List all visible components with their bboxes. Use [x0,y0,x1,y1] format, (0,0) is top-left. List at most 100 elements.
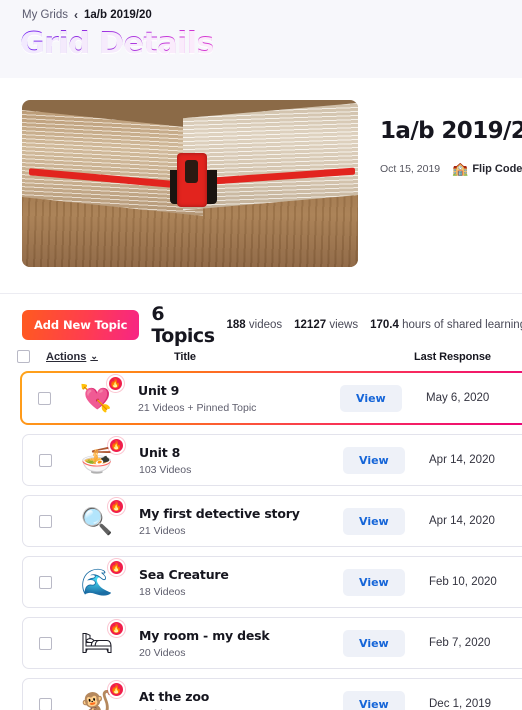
topic-thumbnail: 🍜 🔥 [67,437,127,482]
fire-badge-icon: 🔥 [107,375,124,392]
topic-title: Sea Creature [139,566,229,582]
page-title: Grid Details [20,26,214,61]
topics-toolbar: Add New Topic 6 Topics 188 videos 12127 … [0,294,522,347]
topic-title: At the zoo [139,688,210,704]
row-checkbox[interactable] [38,453,52,467]
row-select-cell [22,391,66,405]
topic-view-cell: View [343,690,429,710]
actions-label: Actions [46,350,87,363]
bed-thumbnail: 🛏 [80,628,114,658]
fire-badge-icon: 🔥 [108,559,125,576]
topic-thumbnail: 🐒 🔥 [67,681,127,710]
fire-badge-icon: 🔥 [108,498,125,515]
view-button[interactable]: View [343,690,405,710]
stat-views-value: 12127 [294,319,327,331]
page-title-wrap: Grid Details [0,22,522,70]
fire-badge-icon: 🔥 [108,437,125,454]
topic-subtitle: 18 Videos [139,585,186,598]
noodle-bowl-thumbnail: 🍜 [80,445,114,475]
magnifying-glass-thumbnail: 🔍 [80,506,114,536]
grid-meta: 1a/b 2019/20 Oct 15, 2019 🏫 Flip Code: l… [358,100,522,175]
topic-last-response: May 6, 2020 [426,392,490,404]
topic-info: My first detective story 21 Videos [127,506,343,537]
topic-subtitle: 20 Videos [139,646,186,659]
topic-subtitle: 103 Videos [139,463,192,476]
actions-dropdown[interactable]: Actions ⌄ [46,351,98,363]
column-header-title: Title [174,350,196,363]
topic-info: Sea Creature 18 Videos [127,567,343,598]
view-button[interactable]: View [343,507,405,535]
row-select-cell [23,453,67,467]
topic-title: Unit 8 [139,444,181,460]
grid-title: 1a/b 2019/20 [380,118,522,144]
topic-thumbnail: 💘 🔥 [66,375,126,420]
grid-subinfo: Oct 15, 2019 🏫 Flip Code: lege [380,162,522,175]
breadcrumb-current: 1a/b 2019/20 [84,9,152,21]
stat-hours: 170.4 hours of shared learning [370,319,522,331]
view-button[interactable]: View [340,384,402,412]
topic-last-response: Feb 10, 2020 [429,576,497,588]
topic-title: Unit 9 [138,382,180,398]
view-button[interactable]: View [343,629,405,657]
stat-views: 12127 views [294,319,358,331]
grid-details-page: My Grids ‹ 1a/b 2019/20 Grid Details 1a/… [0,0,522,710]
topic-view-cell: View [343,568,429,596]
stat-videos-label: videos [248,319,283,331]
topic-info: Unit 8 103 Videos [127,445,343,476]
topics-count: 6 Topics [151,303,215,347]
topic-view-cell: View [340,384,426,412]
hearts-thumbnail: 💘 [79,383,113,413]
row-checkbox[interactable] [38,514,52,528]
table-row[interactable]: 🌊 🔥 Sea Creature 18 Videos View Feb 10, … [22,556,522,608]
table-row[interactable]: 💘 🔥 Unit 9 21 Videos + Pinned Topic View… [20,371,522,425]
topics-list: 💘 🔥 Unit 9 21 Videos + Pinned Topic View… [0,371,522,710]
table-row[interactable]: 🛏 🔥 My room - my desk 20 Videos View Feb… [22,617,522,669]
topics-table-header: Actions ⌄ Title Last Response [0,340,522,371]
breadcrumb-my-grids[interactable]: My Grids [22,9,68,21]
view-button[interactable]: View [343,568,405,596]
select-all-cell [0,350,46,363]
actions-cell: Actions ⌄ [46,351,128,363]
table-row[interactable]: 🐒 🔥 At the zoo 5 Videos View Dec 1, 2019 [22,678,522,710]
row-select-cell [23,575,67,589]
grid-date: Oct 15, 2019 [380,162,441,175]
topics-section: Add New Topic 6 Topics 188 videos 12127 … [0,294,522,710]
row-checkbox[interactable] [38,697,52,710]
row-checkbox[interactable] [37,391,51,405]
topic-last-response: Apr 14, 2020 [429,454,495,466]
row-checkbox[interactable] [38,575,52,589]
topic-view-cell: View [343,629,429,657]
table-row[interactable]: 🍜 🔥 Unit 8 103 Videos View Apr 14, 2020 [22,434,522,486]
row-select-cell [23,697,67,710]
fire-badge-icon: 🔥 [108,620,125,637]
topic-info: My room - my desk 20 Videos [127,628,343,659]
view-button[interactable]: View [343,446,405,474]
add-new-topic-button[interactable]: Add New Topic [22,310,140,340]
stat-hours-value: 170.4 [370,319,399,331]
select-all-checkbox[interactable] [16,350,30,363]
topic-subtitle: 21 Videos [139,524,186,537]
wave-thumbnail: 🌊 [80,567,114,597]
topic-last-response: Apr 14, 2020 [429,515,495,527]
table-row[interactable]: 🔍 🔥 My first detective story 21 Videos V… [22,495,522,547]
topic-last-response: Feb 7, 2020 [429,637,491,649]
row-checkbox[interactable] [38,636,52,650]
stat-videos: 188 videos [227,319,283,331]
fire-badge-icon: 🔥 [108,681,125,698]
book-illustration [22,100,358,267]
topic-info: Unit 9 21 Videos + Pinned Topic [126,383,340,414]
flip-code-label: Flip Code: [472,162,522,175]
topic-subtitle: 21 Videos + Pinned Topic [138,401,257,414]
chevron-down-icon: ⌄ [90,351,98,361]
stat-views-label: views [329,319,359,331]
topic-view-cell: View [343,446,429,474]
topic-thumbnail: 🌊 🔥 [67,559,127,604]
topic-title: My first detective story [139,505,300,521]
breadcrumb-separator-icon: ‹ [74,8,78,22]
grid-hero-card: 1a/b 2019/20 Oct 15, 2019 🏫 Flip Code: l… [0,78,522,294]
topic-last-response: Dec 1, 2019 [429,698,492,710]
stat-hours-label: hours of shared learning [402,319,522,331]
row-select-cell [23,636,67,650]
column-header-last-response: Last Response [414,350,491,363]
row-select-cell [23,514,67,528]
